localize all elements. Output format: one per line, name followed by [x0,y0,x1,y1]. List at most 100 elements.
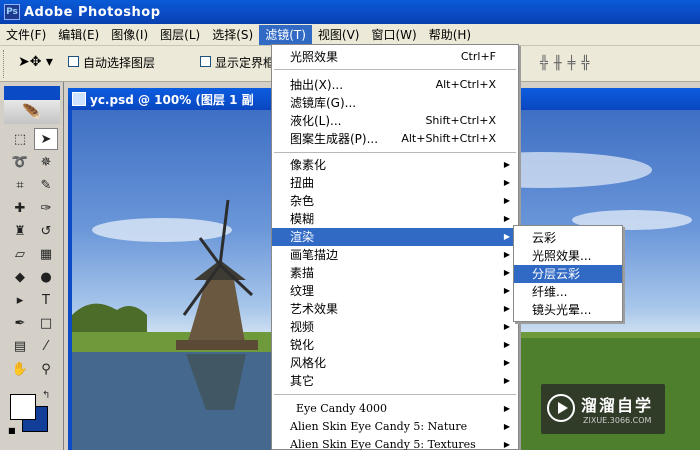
menu-item-texture[interactable]: 纹理 ▶ [272,282,518,300]
menu-item-label: 液化(L)... [290,114,342,128]
pen-tool-icon[interactable]: ✒ [8,312,32,334]
menu-item-eye-candy-4000[interactable]: Eye Candy 4000 ▶ [272,400,518,418]
menu-item-label: 渲染 [290,230,315,244]
menu-item-label: 光照效果... [532,249,592,263]
menu-filter[interactable]: 滤镜(T) [259,24,312,45]
menu-item-noise[interactable]: 杂色 ▶ [272,192,518,210]
submenu-arrow-icon: ▶ [503,376,510,385]
zoom-tool-icon[interactable]: ⚲ [34,358,58,380]
submenu-arrow-icon: ▶ [503,340,510,349]
brush-tool-icon[interactable]: ✑ [34,197,58,219]
menu-item-artistic[interactable]: 艺术效果 ▶ [272,300,518,318]
menu-view[interactable]: 视图(V) [312,25,366,45]
menu-image[interactable]: 图像(I) [105,25,154,45]
menu-item-lens-flare[interactable]: 镜头光晕... [514,301,622,319]
toolbox: 🪶 ⬚ ➤ ➰ ✵ ⌗ ✎ ✚ ✑ ♜ ↺ ▱ ▦ ◆ ● ▸ T ✒ □ ▤ … [0,82,64,450]
slice-tool-icon[interactable]: ✎ [34,174,58,196]
menu-item-label: 抽出(X)... [290,78,344,92]
toolbox-header[interactable] [4,86,60,100]
marquee-tool-icon[interactable]: ⬚ [8,128,32,150]
submenu-arrow-icon: ▶ [503,404,510,413]
menu-item-stylize[interactable]: 风格化 ▶ [272,354,518,372]
history-brush-tool-icon[interactable]: ↺ [34,220,58,242]
menu-item-label: 分层云彩 [532,267,581,281]
menu-item-blur[interactable]: 模糊 ▶ [272,210,518,228]
menu-item-last-filter[interactable]: 光照效果 Ctrl+F [272,48,518,66]
submenu-arrow-icon: ▶ [503,286,510,295]
type-tool-icon[interactable]: T [34,289,58,311]
menu-item-label: Alien Skin Eye Candy 5: Textures [290,438,476,450]
menu-item-filter-gallery[interactable]: 滤镜库(G)... [272,94,518,112]
submenu-arrow-icon: ▶ [503,304,510,313]
submenu-arrow-icon: ▶ [503,440,510,449]
options-grip[interactable] [3,50,7,78]
menu-item-distort[interactable]: 扭曲 ▶ [272,174,518,192]
default-colors-icon[interactable]: ■ [8,426,18,436]
menu-file[interactable]: 文件(F) [0,25,52,45]
menu-item-video[interactable]: 视频 ▶ [272,318,518,336]
menu-layer[interactable]: 图层(L) [154,25,206,45]
filter-menu: 光照效果 Ctrl+F 抽出(X)... Alt+Ctrl+X 滤镜库(G)..… [271,44,519,450]
align-icon[interactable]: ╪ [568,56,576,71]
menu-item-difference-clouds[interactable]: 分层云彩 [514,265,622,283]
menu-window[interactable]: 窗口(W) [365,25,422,45]
menu-item-label: 图案生成器(P)... [290,132,379,146]
hand-tool-icon[interactable]: ✋ [8,358,32,380]
menu-item-label: 锐化 [290,338,315,352]
clone-stamp-tool-icon[interactable]: ♜ [8,220,32,242]
align-icon[interactable]: ╬ [581,56,589,71]
crop-tool-icon[interactable]: ⌗ [8,174,32,196]
menu-item-label: 纤维... [532,285,568,299]
path-selection-tool-icon[interactable]: ▸ [8,289,32,311]
menu-help[interactable]: 帮助(H) [423,25,477,45]
magic-wand-tool-icon[interactable]: ✵ [34,151,58,173]
menu-item-other[interactable]: 其它 ▶ [272,372,518,390]
auto-select-checkbox[interactable] [68,56,79,67]
menu-item-sketch[interactable]: 素描 ▶ [272,264,518,282]
eyedropper-tool-icon[interactable]: ⁄ [34,335,58,357]
swap-colors-icon[interactable]: ↰ [42,390,50,401]
menu-edit[interactable]: 编辑(E) [52,25,105,45]
title-bar: Ps Adobe Photoshop [0,0,700,24]
menu-item-pixelate[interactable]: 像素化 ▶ [272,156,518,174]
show-bounds-label: 显示定界框 [215,56,276,70]
eraser-tool-icon[interactable]: ▱ [8,243,32,265]
menu-select[interactable]: 选择(S) [206,25,259,45]
foreground-color-swatch[interactable] [10,394,36,420]
submenu-arrow-icon: ▶ [503,422,510,431]
menu-item-label: 艺术效果 [290,302,339,316]
menu-item-eye-candy-nature[interactable]: Alien Skin Eye Candy 5: Nature ▶ [272,418,518,436]
menu-separator [274,394,516,395]
dodge-tool-icon[interactable]: ● [34,266,58,288]
healing-brush-tool-icon[interactable]: ✚ [8,197,32,219]
menu-item-label: 云彩 [532,231,557,245]
menu-item-lighting-effects[interactable]: 光照效果... [514,247,622,265]
menu-item-clouds[interactable]: 云彩 [514,229,622,247]
menu-item-brush-strokes[interactable]: 画笔描边 ▶ [272,246,518,264]
menu-item-label: 画笔描边 [290,248,339,262]
menu-item-extract[interactable]: 抽出(X)... Alt+Ctrl+X [272,76,518,94]
show-bounds-checkbox[interactable] [200,56,211,67]
align-icon[interactable]: ╫ [554,56,562,71]
document-title: yc.psd @ 100% (图层 1 副 [90,92,254,107]
move-tool-preset-icon[interactable]: ➤✥ ▾ [18,54,54,74]
lasso-tool-icon[interactable]: ➰ [8,151,32,173]
app-title: Adobe Photoshop [24,4,161,20]
gradient-tool-icon[interactable]: ▦ [34,243,58,265]
menu-item-shortcut: Ctrl+F [460,50,496,63]
menu-item-sharpen[interactable]: 锐化 ▶ [272,336,518,354]
shape-tool-icon[interactable]: □ [34,312,58,334]
menu-item-fibers[interactable]: 纤维... [514,283,622,301]
menu-item-eye-candy-textures[interactable]: Alien Skin Eye Candy 5: Textures ▶ [272,436,518,450]
submenu-arrow-icon: ▶ [503,196,510,205]
menu-item-pattern-maker[interactable]: 图案生成器(P)... Alt+Shift+Ctrl+X [272,130,518,148]
align-icon[interactable]: ╬ [540,56,548,71]
menu-item-label: 镜头光晕... [532,303,592,317]
menu-item-render[interactable]: 渲染 ▶ [272,228,518,246]
watermark-brand: 溜溜自学 [581,396,654,415]
move-tool-icon[interactable]: ➤ [34,128,58,150]
notes-tool-icon[interactable]: ▤ [8,335,32,357]
blur-tool-icon[interactable]: ◆ [8,266,32,288]
menu-item-liquify[interactable]: 液化(L)... Shift+Ctrl+X [272,112,518,130]
document-icon [72,92,86,106]
